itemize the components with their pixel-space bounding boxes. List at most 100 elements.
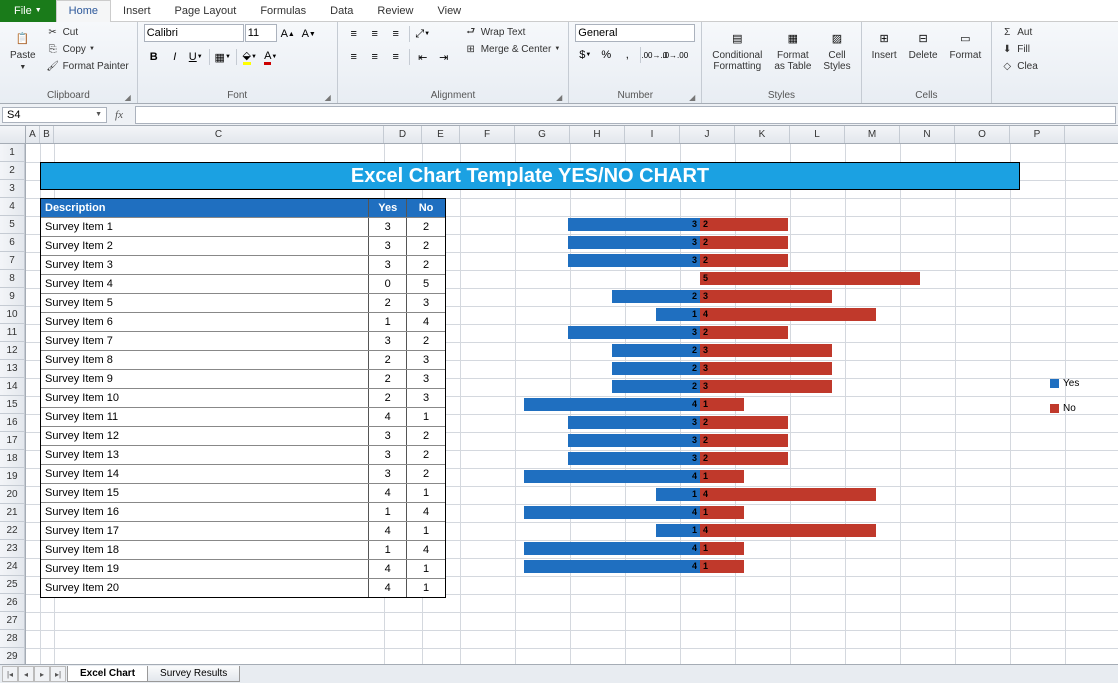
dialog-launcher-icon[interactable]: ◢ [689,93,695,102]
row-header-23[interactable]: 23 [0,540,25,558]
underline-button[interactable]: U▼ [186,47,206,67]
row-header-7[interactable]: 7 [0,252,25,270]
col-header-H[interactable]: H [570,126,625,143]
row-header-11[interactable]: 11 [0,324,25,342]
row-header-15[interactable]: 15 [0,396,25,414]
tab-home[interactable]: Home [56,0,111,22]
table-row[interactable]: Survey Item 523 [41,293,445,312]
row-header-24[interactable]: 24 [0,558,25,576]
col-header-P[interactable]: P [1010,126,1065,143]
col-header-F[interactable]: F [460,126,515,143]
font-color-button[interactable]: A▼ [261,47,281,67]
align-middle-button[interactable]: ≡ [365,24,385,44]
format-cells-button[interactable]: ▭Format [946,24,986,63]
table-row[interactable]: Survey Item 923 [41,369,445,388]
table-row[interactable]: Survey Item 232 [41,236,445,255]
shrink-font-button[interactable]: A▼ [299,24,319,44]
row-header-25[interactable]: 25 [0,576,25,594]
orientation-button[interactable]: ⤢▼ [413,24,433,44]
col-header-E[interactable]: E [422,126,460,143]
table-row[interactable]: Survey Item 1332 [41,445,445,464]
table-row[interactable]: Survey Item 405 [41,274,445,293]
row-header-18[interactable]: 18 [0,450,25,468]
row-header-4[interactable]: 4 [0,198,25,216]
bold-button[interactable]: B [144,47,164,67]
col-header-C[interactable]: C [54,126,384,143]
col-header-I[interactable]: I [625,126,680,143]
table-row[interactable]: Survey Item 732 [41,331,445,350]
align-bottom-button[interactable]: ≡ [386,24,406,44]
tab-nav-first[interactable]: |◂ [2,666,18,682]
table-row[interactable]: Survey Item 1232 [41,426,445,445]
row-header-16[interactable]: 16 [0,414,25,432]
row-header-21[interactable]: 21 [0,504,25,522]
select-all-corner[interactable] [0,126,26,143]
name-box[interactable]: S4 ▼ [2,107,107,123]
col-header-D[interactable]: D [384,126,422,143]
col-header-J[interactable]: J [680,126,735,143]
tab-nav-last[interactable]: ▸| [50,666,66,682]
table-row[interactable]: Survey Item 1614 [41,502,445,521]
percent-button[interactable]: % [596,45,616,65]
row-header-19[interactable]: 19 [0,468,25,486]
autosum-button[interactable]: ΣAut [998,24,1040,40]
clear-button[interactable]: ◇Clea [998,58,1040,74]
tab-data[interactable]: Data [318,0,365,22]
dialog-launcher-icon[interactable]: ◢ [556,93,562,102]
col-header-G[interactable]: G [515,126,570,143]
table-row[interactable]: Survey Item 2041 [41,578,445,597]
col-header-N[interactable]: N [900,126,955,143]
dialog-launcher-icon[interactable]: ◢ [125,93,131,102]
row-header-28[interactable]: 28 [0,630,25,648]
table-row[interactable]: Survey Item 1432 [41,464,445,483]
increase-indent-button[interactable]: ⇥ [434,47,454,67]
align-top-button[interactable]: ≡ [344,24,364,44]
decrease-decimal-button[interactable]: .0→.00 [665,45,685,65]
file-tab[interactable]: File ▼ [0,0,56,22]
row-header-22[interactable]: 22 [0,522,25,540]
delete-cells-button[interactable]: ⊟Delete [905,24,942,63]
grow-font-button[interactable]: A▲ [278,24,298,44]
merge-center-button[interactable]: ⊞Merge & Center ▼ [462,41,563,57]
table-row[interactable]: Survey Item 1541 [41,483,445,502]
insert-cells-button[interactable]: ⊞Insert [868,24,901,63]
formula-input[interactable] [135,106,1116,124]
col-header-L[interactable]: L [790,126,845,143]
table-row[interactable]: Survey Item 332 [41,255,445,274]
align-center-button[interactable]: ≡ [365,47,385,67]
worksheet[interactable]: ABCDEFGHIJKLMNOP 12345678910111213141516… [0,126,1118,666]
increase-decimal-button[interactable]: .00→.0 [644,45,664,65]
col-header-K[interactable]: K [735,126,790,143]
cut-button[interactable]: ✂Cut [44,24,131,40]
row-header-12[interactable]: 12 [0,342,25,360]
accounting-button[interactable]: $▼ [575,45,595,65]
table-row[interactable]: Survey Item 823 [41,350,445,369]
align-left-button[interactable]: ≡ [344,47,364,67]
row-header-13[interactable]: 13 [0,360,25,378]
tab-nav-prev[interactable]: ◂ [18,666,34,682]
decrease-indent-button[interactable]: ⇤ [413,47,433,67]
wrap-text-button[interactable]: ⮐Wrap Text [462,24,563,40]
table-row[interactable]: Survey Item 1023 [41,388,445,407]
col-header-B[interactable]: B [40,126,54,143]
border-button[interactable]: ▦▼ [213,47,233,67]
row-header-6[interactable]: 6 [0,234,25,252]
row-header-10[interactable]: 10 [0,306,25,324]
row-header-27[interactable]: 27 [0,612,25,630]
tab-insert[interactable]: Insert [111,0,163,22]
col-header-O[interactable]: O [955,126,1010,143]
fx-button[interactable]: fx [109,109,129,121]
fill-color-button[interactable]: ⬙▼ [240,47,260,67]
table-row[interactable]: Survey Item 614 [41,312,445,331]
row-header-8[interactable]: 8 [0,270,25,288]
paste-button[interactable]: 📋 Paste▼ [6,24,40,74]
table-row[interactable]: Survey Item 1941 [41,559,445,578]
italic-button[interactable]: I [165,47,185,67]
cell-styles-button[interactable]: ▨Cell Styles [819,24,854,74]
font-size-select[interactable] [245,24,277,42]
format-painter-button[interactable]: 🖌Format Painter [44,58,131,74]
fill-button[interactable]: ⬇Fill [998,41,1040,57]
tab-page-layout[interactable]: Page Layout [163,0,249,22]
format-as-table-button[interactable]: ▦Format as Table [770,24,815,74]
row-header-9[interactable]: 9 [0,288,25,306]
